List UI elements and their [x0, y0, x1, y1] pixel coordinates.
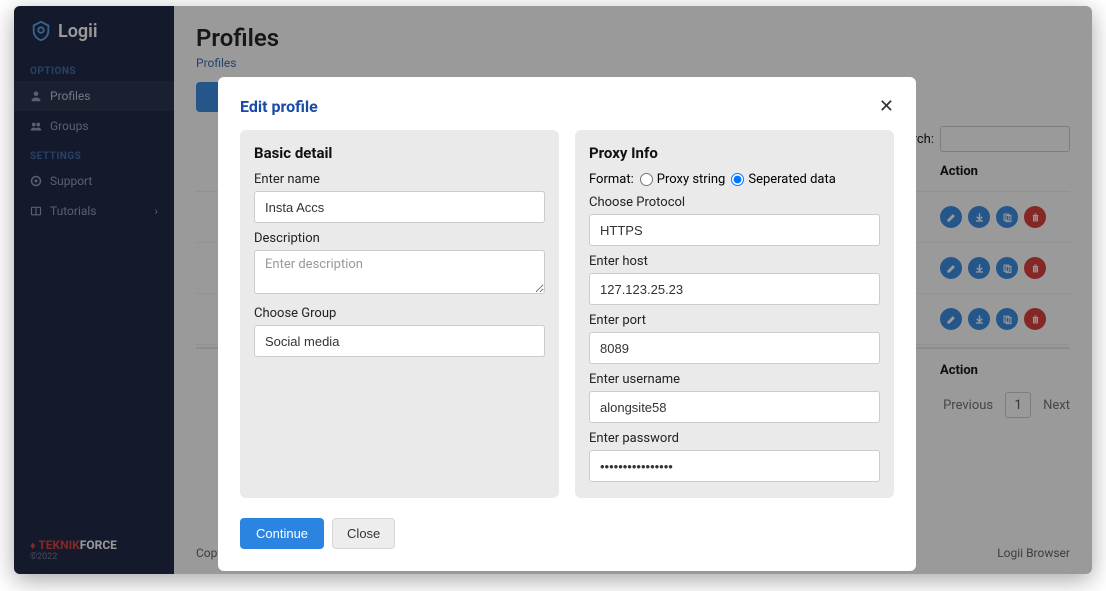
- port-label: Enter port: [589, 313, 880, 328]
- name-label: Enter name: [254, 172, 545, 187]
- group-label: Choose Group: [254, 306, 545, 321]
- username-label: Enter username: [589, 372, 880, 387]
- close-icon[interactable]: ✕: [879, 97, 894, 115]
- panel-heading: Basic detail: [254, 144, 545, 162]
- basic-detail-panel: Basic detail Enter name Description Choo…: [240, 130, 559, 498]
- description-input[interactable]: [254, 250, 545, 294]
- host-input[interactable]: [589, 273, 880, 305]
- protocol-label: Choose Protocol: [589, 195, 880, 210]
- port-input[interactable]: [589, 332, 880, 364]
- format-proxy-string[interactable]: Proxy string: [640, 172, 726, 187]
- modal-title: Edit profile: [240, 97, 318, 116]
- host-label: Enter host: [589, 254, 880, 269]
- password-label: Enter password: [589, 431, 880, 446]
- protocol-input[interactable]: [589, 214, 880, 246]
- username-input[interactable]: [589, 391, 880, 423]
- edit-profile-modal: Edit profile ✕ Basic detail Enter name D…: [218, 77, 916, 571]
- password-input[interactable]: [589, 450, 880, 482]
- proxy-info-panel: Proxy Info Format: Proxy string Seperate…: [575, 130, 894, 498]
- format-separated-data[interactable]: Seperated data: [731, 172, 835, 187]
- description-label: Description: [254, 231, 545, 246]
- name-input[interactable]: [254, 191, 545, 223]
- group-input[interactable]: [254, 325, 545, 357]
- format-label: Format:: [589, 172, 634, 187]
- panel-heading: Proxy Info: [589, 144, 880, 162]
- continue-button[interactable]: Continue: [240, 518, 324, 549]
- close-button[interactable]: Close: [332, 518, 395, 549]
